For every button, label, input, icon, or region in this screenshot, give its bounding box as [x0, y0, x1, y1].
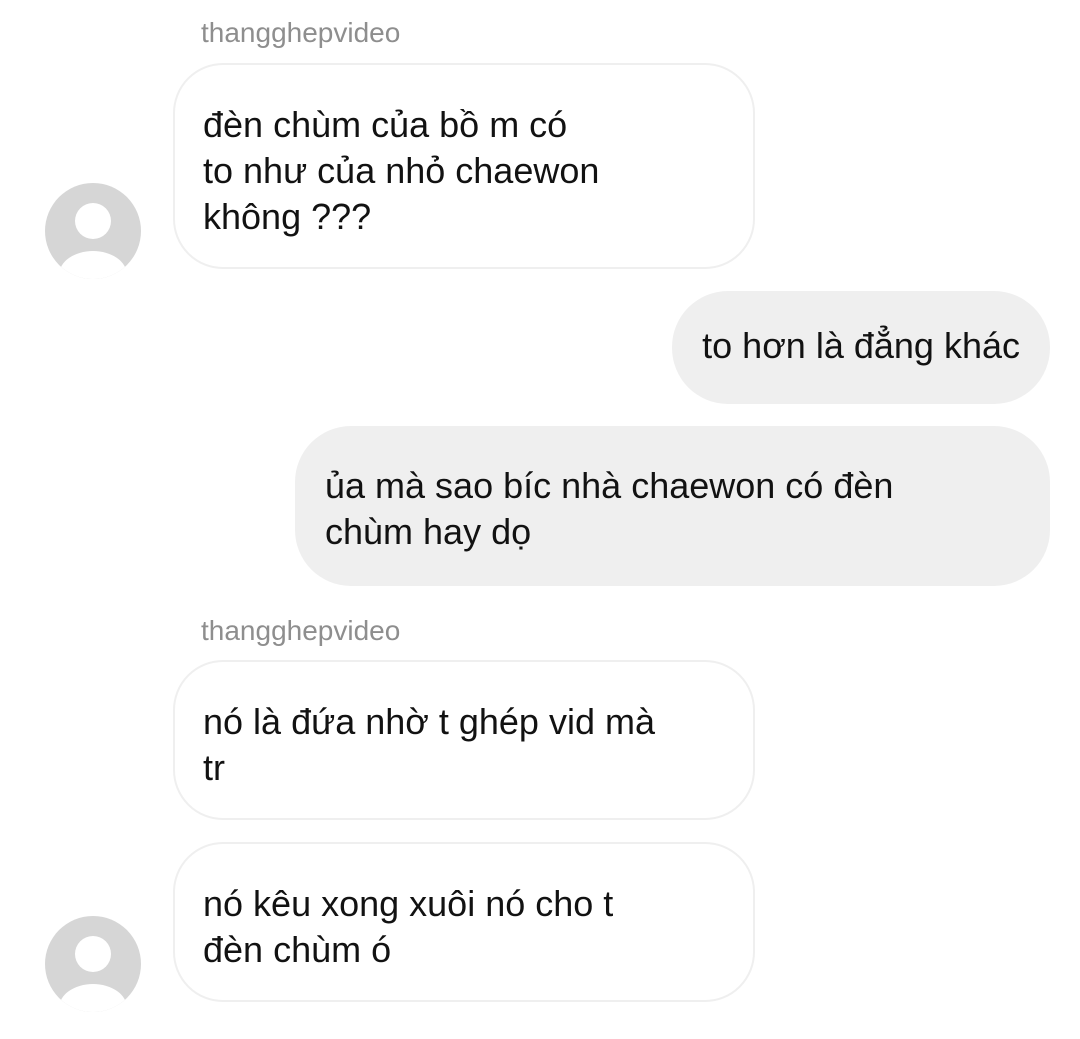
avatar[interactable]: [45, 183, 141, 279]
message-bubble-outgoing[interactable]: to hơn là đẳng khác: [672, 291, 1050, 404]
default-avatar-icon: [59, 203, 127, 279]
sender-name: thangghepvideo: [201, 615, 401, 646]
message-bubble-incoming[interactable]: đèn chùm của bồ m có to như của nhỏ chae…: [173, 63, 755, 269]
message-bubble-outgoing[interactable]: ủa mà sao bíc nhà chaewon có đèn chùm ha…: [295, 426, 1050, 586]
sender-name: thangghepvideo: [201, 17, 401, 48]
message-bubble-incoming[interactable]: nó là đứa nhờ t ghép vid mà tr: [173, 660, 755, 820]
default-avatar-icon: [59, 936, 127, 1012]
message-bubble-incoming[interactable]: nó kêu xong xuôi nó cho t đèn chùm ó: [173, 842, 755, 1002]
avatar[interactable]: [45, 916, 141, 1012]
